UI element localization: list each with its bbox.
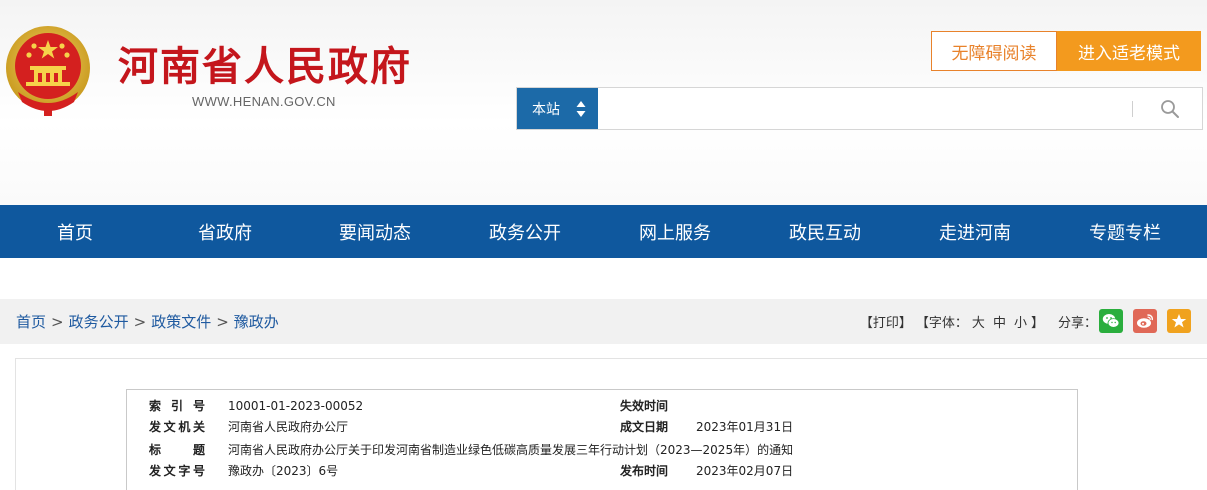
title-label: 标题 (149, 443, 205, 457)
issuer-label: 发文机关 (149, 420, 205, 434)
sort-arrows-icon (576, 101, 586, 117)
published-value: 2023年02月07日 (696, 464, 794, 478)
search-bar: 本站 (516, 87, 1203, 130)
search-divider (1132, 101, 1133, 117)
site-header: 河南省人民政府 WWW.HENAN.GOV.CN 无障碍阅读 进入适老模式 本站 (0, 0, 1207, 205)
created-value: 2023年01月31日 (696, 420, 794, 434)
share-weibo-button[interactable] (1133, 309, 1157, 333)
font-medium-button[interactable]: 中 (993, 316, 1006, 331)
title-value: 河南省人民政府办公厅关于印发河南省制造业绿色低碳高质量发展三年行动计划（2023… (228, 443, 794, 457)
nav-item-news[interactable]: 要闻动态 (300, 205, 450, 258)
font-size-suffix: 】 (1030, 316, 1044, 331)
issuer-value: 河南省人民政府办公厅 (228, 420, 349, 434)
docno-label: 发文字号 (149, 464, 205, 478)
document-info-table: 索引号 10001-01-2023-00052 失效时间 发文机关 河南省人民政… (126, 389, 1078, 490)
page-tools: 【打印】 【字体： 大中小】 分享： (860, 299, 1097, 344)
share-wechat-button[interactable] (1099, 309, 1123, 333)
breadcrumb-separator: > (133, 312, 147, 331)
search-scope-label: 本站 (532, 101, 560, 118)
search-input[interactable] (599, 88, 1129, 129)
breadcrumb-bar: 首页 > 政务公开 > 政策文件 > 豫政办 【打印】 【字体： 大中小】 分享： (0, 299, 1207, 344)
breadcrumb-government-affairs[interactable]: 政务公开 (69, 311, 129, 332)
star-icon (1171, 314, 1187, 328)
created-label: 成文日期 (620, 420, 669, 434)
index-value: 10001-01-2023-00052 (228, 399, 364, 413)
font-small-button[interactable]: 小 (1014, 316, 1027, 331)
nav-item-home[interactable]: 首页 (0, 205, 150, 258)
nav-item-provincial-government[interactable]: 省政府 (150, 205, 300, 258)
print-button[interactable]: 【打印】 (860, 312, 912, 331)
index-label: 索引号 (149, 399, 205, 413)
expiry-label: 失效时间 (620, 399, 669, 413)
font-large-button[interactable]: 大 (972, 316, 985, 331)
site-title[interactable]: 河南省人民政府 (118, 34, 412, 92)
breadcrumb-separator: > (216, 312, 229, 331)
breadcrumb-policy-documents[interactable]: 政策文件 (151, 311, 211, 332)
main-nav: 首页 省政府 要闻动态 政务公开 网上服务 政民互动 走进河南 专题专栏 (0, 205, 1207, 258)
breadcrumb: 首页 > 政务公开 > 政策文件 > 豫政办 (16, 299, 279, 344)
national-emblem-icon (6, 26, 90, 116)
site-url: WWW.HENAN.GOV.CN (192, 94, 336, 109)
weibo-icon (1137, 314, 1154, 328)
wechat-icon (1102, 314, 1120, 328)
share-label: 分享： (1057, 316, 1097, 331)
share-favorite-button[interactable] (1167, 309, 1191, 333)
nav-item-government-affairs[interactable]: 政务公开 (450, 205, 600, 258)
info-row-docno: 发文字号 豫政办〔2023〕6号 发布时间 2023年02月07日 (127, 461, 1077, 482)
font-size-prefix: 【字体： (915, 316, 968, 331)
info-row-index: 索引号 10001-01-2023-00052 失效时间 (127, 396, 1077, 417)
breadcrumb-home[interactable]: 首页 (16, 311, 46, 332)
accessible-reading-button[interactable]: 无障碍阅读 (931, 31, 1057, 71)
nav-item-interaction[interactable]: 政民互动 (750, 205, 900, 258)
breadcrumb-separator: > (51, 312, 64, 331)
nav-item-online-services[interactable]: 网上服务 (600, 205, 750, 258)
published-label: 发布时间 (620, 464, 669, 478)
info-row-issuer: 发文机关 河南省人民政府办公厅 成文日期 2023年01月31日 (127, 417, 1077, 438)
search-icon[interactable] (1160, 99, 1180, 119)
search-scope-select[interactable]: 本站 (517, 88, 598, 129)
nav-item-about-henan[interactable]: 走进河南 (900, 205, 1050, 258)
font-size-control: 【字体： 大中小】 (916, 312, 1044, 331)
nav-item-special-topics[interactable]: 专题专栏 (1050, 205, 1200, 258)
docno-value: 豫政办〔2023〕6号 (228, 464, 339, 478)
info-row-title: 标题 河南省人民政府办公厅关于印发河南省制造业绿色低碳高质量发展三年行动计划（2… (127, 440, 1077, 461)
elder-mode-button[interactable]: 进入适老模式 (1057, 31, 1201, 71)
breadcrumb-yuzhengban[interactable]: 豫政办 (234, 311, 279, 332)
